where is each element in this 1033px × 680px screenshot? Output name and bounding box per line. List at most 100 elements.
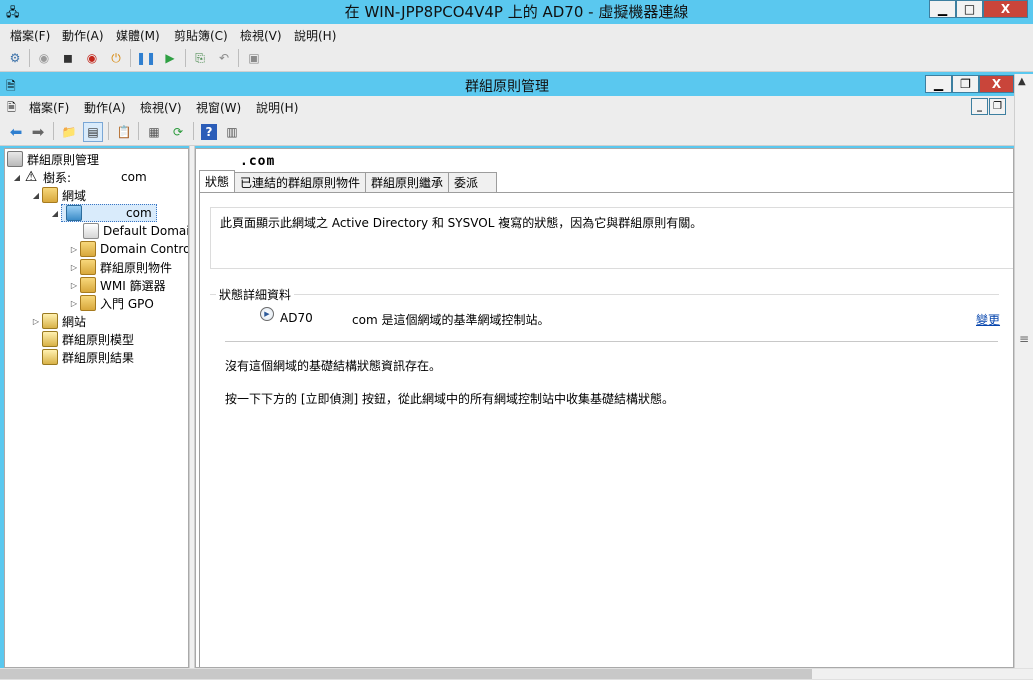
domain-header: .com xyxy=(240,154,276,169)
tree-label-gpo-objects: 群組原則物件 xyxy=(100,260,173,275)
domain-icon xyxy=(66,205,82,221)
horizontal-scrollbar[interactable] xyxy=(0,668,1033,680)
action-pane-icon[interactable]: ▥ xyxy=(224,124,240,140)
detect-now-instructions: 按一下下方的 [立即偵測] 按鈕，從此網域中的所有網域控制站中收集基礎結構狀態。 xyxy=(225,392,674,406)
gpmc-menu-help[interactable]: 說明(H) xyxy=(256,99,298,116)
gpmc-menu-view[interactable]: 檢視(V) xyxy=(140,99,182,116)
enhanced-session-icon[interactable]: ▣ xyxy=(246,50,262,66)
vm-minimize-button[interactable]: ▁ xyxy=(929,0,956,18)
gpmc-menu-file[interactable]: 檔案(F) xyxy=(29,99,69,116)
vm-toolbar: ⚙ ◉ ◼ ◉ ⏻ ❚❚ ▶ ⎘ ↶ ▣ xyxy=(0,45,1033,72)
forest-icon: ⚠ xyxy=(24,169,38,185)
gpmc-minimize-button[interactable]: ▁ xyxy=(925,75,952,93)
vm-menu-action[interactable]: 動作(A) xyxy=(62,27,104,44)
power-icon[interactable]: ⏻ xyxy=(108,50,124,66)
horizontal-scroll-thumb[interactable] xyxy=(0,669,812,679)
vm-close-button[interactable]: X xyxy=(983,0,1028,18)
console-tree: 群組原則管理 ◢ ⚠ 樹系: com ◢ 網域 ◢ com Default Do… xyxy=(4,148,189,668)
tree-item-domains[interactable]: ◢ 網域 xyxy=(30,186,86,204)
tree-item-gpo-objects[interactable]: ▷ 群組原則物件 xyxy=(68,258,172,276)
mdi-minimize-button[interactable]: _ xyxy=(971,98,988,115)
tree-label-domain-controllers: Domain Contro xyxy=(100,242,189,256)
help-icon[interactable]: ? xyxy=(201,124,217,140)
tree-item-sites[interactable]: ▷ 網站 xyxy=(30,312,86,330)
turn-off-icon[interactable]: ◼ xyxy=(60,50,76,66)
vertical-scrollbar[interactable]: ▲ ≡ xyxy=(1014,74,1033,668)
gpmc-title-bar: 🗎 群組原則管理 ▁ ❐ X xyxy=(0,74,1014,96)
vm-menu-media[interactable]: 媒體(M) xyxy=(116,27,160,44)
resume-icon[interactable]: ▶ xyxy=(162,50,178,66)
domains-folder-icon xyxy=(42,187,58,203)
collapse-icon[interactable]: ◢ xyxy=(11,173,23,182)
tree-item-modeling[interactable]: 群組原則模型 xyxy=(42,330,134,348)
tree-label-sites: 網站 xyxy=(62,314,87,329)
tree-label-default-policy: Default Domai xyxy=(103,224,189,238)
gpmc-restore-button[interactable]: ❐ xyxy=(952,75,979,93)
vm-menu-file[interactable]: 檔案(F) xyxy=(10,27,50,44)
tree-label-root: 群組原則管理 xyxy=(27,152,100,167)
sites-icon xyxy=(42,313,58,329)
vm-maximize-button[interactable]: □ xyxy=(956,0,983,18)
vm-menu-clipboard[interactable]: 剪貼簿(C) xyxy=(174,27,228,44)
show-hide-tree-icon[interactable]: ▤ xyxy=(83,122,103,142)
tree-item-wmi-filters[interactable]: ▷ WMI 篩選器 xyxy=(68,276,166,294)
vm-menu-help[interactable]: 說明(H) xyxy=(294,27,336,44)
expand-icon[interactable]: ▷ xyxy=(68,299,80,308)
scroll-grip-icon[interactable]: ≡ xyxy=(1019,332,1029,346)
tree-item-domain-controllers[interactable]: ▷ Domain Contro xyxy=(68,240,189,258)
expand-icon[interactable]: ▷ xyxy=(68,245,80,254)
tab-linked-gpos[interactable]: 已連結的群組原則物件 xyxy=(234,172,367,192)
tree-item-starter-gpo[interactable]: ▷ 入門 GPO xyxy=(68,294,154,312)
expand-icon[interactable]: ▷ xyxy=(68,281,80,290)
mdi-doc-icon: 🗎 xyxy=(7,101,16,114)
shutdown-icon[interactable]: ◉ xyxy=(84,50,100,66)
description-box: 此頁面顯示此網域之 Active Directory 和 SYSVOL 複寫的狀… xyxy=(210,207,1013,269)
change-link[interactable]: 變更 xyxy=(976,311,1000,328)
status-details-legend: 狀態詳細資料 xyxy=(216,286,295,303)
expand-icon[interactable]: ▷ xyxy=(68,263,80,272)
pdc-name: AD70 xyxy=(280,311,313,325)
vm-menu-bar: 檔案(F) 動作(A) 媒體(M) 剪貼簿(C) 檢視(V) 說明(H) xyxy=(0,24,1033,45)
pause-icon[interactable]: ❚❚ xyxy=(136,50,156,66)
clipboard-icon[interactable]: 📋 xyxy=(116,124,132,140)
expand-detail-icon[interactable]: ▶ xyxy=(260,307,274,321)
wmi-folder-icon xyxy=(80,277,96,293)
checkpoint-icon[interactable]: ⎘ xyxy=(192,50,208,66)
collapse-icon[interactable]: ◢ xyxy=(49,209,61,218)
tree-label-starter-gpo: 入門 GPO xyxy=(100,296,154,311)
gpmc-menu-action[interactable]: 動作(A) xyxy=(84,99,126,116)
tree-item-default-policy[interactable]: Default Domai xyxy=(83,222,189,240)
scroll-up-arrow-icon[interactable]: ▲ xyxy=(1018,76,1026,87)
gpmc-menu-window[interactable]: 視窗(W) xyxy=(196,99,241,116)
vm-window-title: 在 WIN-JPP8PCO4V4P 上的 AD70 - 虛擬機器連線 xyxy=(344,3,689,21)
gpmc-close-button[interactable]: X xyxy=(979,75,1014,93)
properties-icon[interactable]: ▦ xyxy=(146,124,162,140)
mdi-restore-button[interactable]: ❐ xyxy=(989,98,1006,115)
forward-icon[interactable]: ➡ xyxy=(30,123,46,141)
tab-delegation[interactable]: 委派 xyxy=(448,172,498,192)
expand-icon[interactable]: ▷ xyxy=(30,317,42,326)
tab-gpo-inheritance[interactable]: 群組原則繼承 xyxy=(365,172,450,192)
collapse-icon[interactable]: ◢ xyxy=(30,191,42,200)
up-folder-icon[interactable]: 📁 xyxy=(61,124,77,140)
gpo-link-icon xyxy=(83,223,99,239)
gpmc-toolbar: ⬅ ➡ 📁 ▤ 📋 ▦ ⟳ ? ▥ xyxy=(0,118,1014,146)
start-icon[interactable]: ◉ xyxy=(36,50,52,66)
results-icon xyxy=(42,349,58,365)
tree-item-results[interactable]: 群組原則結果 xyxy=(42,348,134,366)
tree-label-results: 群組原則結果 xyxy=(62,350,135,365)
tree-label-forest: 樹系: xyxy=(43,170,72,185)
vm-menu-view[interactable]: 檢視(V) xyxy=(240,27,282,44)
modeling-icon xyxy=(42,331,58,347)
tab-status[interactable]: 狀態 xyxy=(199,170,236,192)
tree-selected-domain[interactable]: com xyxy=(61,204,157,222)
revert-icon[interactable]: ↶ xyxy=(216,50,232,66)
back-icon[interactable]: ⬅ xyxy=(8,123,24,141)
tree-item-forest[interactable]: ◢ ⚠ 樹系: com xyxy=(11,168,147,186)
tree-item-root[interactable]: 群組原則管理 xyxy=(7,150,99,168)
starter-gpo-folder-icon xyxy=(80,295,96,311)
ctrl-alt-del-icon[interactable]: ⚙ xyxy=(7,50,23,66)
refresh-icon[interactable]: ⟳ xyxy=(170,124,186,140)
vm-window-title-bar: 🖧 在 WIN-JPP8PCO4V4P 上的 AD70 - 虛擬機器連線 ▁ □… xyxy=(0,0,1033,22)
tree-item-domain[interactable]: ◢ com xyxy=(49,204,157,222)
